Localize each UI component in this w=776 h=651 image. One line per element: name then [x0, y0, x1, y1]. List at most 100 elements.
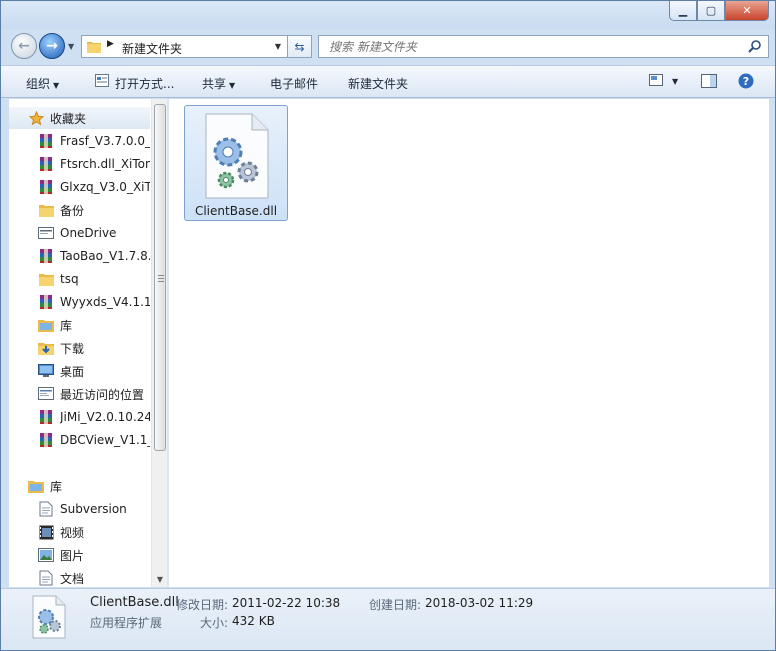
navigation-pane: 收藏夹 Frasf_V3.7.0.0_X Ftsrch.dll_XiTon Glxzq… [9, 99, 167, 587]
download-folder-icon [38, 340, 54, 356]
sidebar-item-ftsrch-dll-xiton[interactable]: Ftsrch.dll_XiTon [9, 153, 150, 175]
forward-button[interactable]: → [39, 33, 65, 59]
sidebar-item-label: 视频 [60, 525, 85, 540]
library-icon [28, 478, 44, 494]
recent-pages-dropdown[interactable]: ▼ [68, 42, 74, 51]
winrar-archive-icon [38, 133, 54, 149]
maximize-button[interactable]: ▢ [697, 1, 725, 21]
forward-arrow-icon: → [46, 38, 58, 54]
preview-pane-button[interactable] [701, 74, 717, 91]
desktop-icon [38, 363, 54, 379]
sidebar-item-library-item-3[interactable]: 文档 [9, 567, 150, 587]
search-box[interactable] [318, 35, 769, 58]
share-button[interactable]: 共享 ▼ [202, 75, 235, 92]
sidebar-item-label: Frasf_V3.7.0.0_X [60, 134, 150, 148]
sidebar-item-tsq[interactable]: tsq [9, 268, 150, 290]
back-arrow-icon: ← [18, 38, 30, 54]
details-file-name: ClientBase.dll [90, 595, 179, 610]
svg-text:?: ? [743, 75, 749, 88]
view-dropdown-icon[interactable]: ▼ [672, 77, 678, 86]
breadcrumb-separator[interactable]: ▶ [107, 39, 114, 49]
folder-icon [38, 271, 54, 287]
refresh-button[interactable]: ⇆ [288, 35, 312, 58]
address-bar[interactable]: ▶ 新建文件夹 ▼ [81, 35, 288, 58]
size-label: 大小: [200, 616, 229, 630]
recent-places-icon [38, 386, 54, 402]
breadcrumb-current-folder[interactable]: 新建文件夹 [122, 40, 182, 57]
sidebar-item-frasf-v3-7-0-0-x[interactable]: Frasf_V3.7.0.0_X [9, 130, 150, 152]
sidebar-item-jimi-v2-0-10-24[interactable]: JiMi_V2.0.10.24_ [9, 406, 150, 428]
sidebar-item-label: OneDrive [60, 226, 117, 240]
winrar-archive-icon [38, 432, 54, 448]
search-input[interactable] [327, 38, 747, 56]
file-item[interactable]: ClientBase.dll [184, 105, 288, 221]
sidebar-item-onedrive[interactable]: OneDrive [9, 222, 150, 244]
created-date-value: 2018-03-02 11:29 [425, 596, 534, 610]
sidebar-item-label: Glxzq_V3.0_XiTo [60, 180, 150, 194]
scrollbar-thumb[interactable] [154, 104, 166, 451]
sidebar-item-item-9[interactable]: 下载 [9, 337, 150, 359]
title-bar: ▁ ▢ ✕ [1, 1, 775, 29]
refresh-icon: ⇆ [294, 39, 305, 54]
explorer-window: ▁ ▢ ✕ ← → ▼ ▶ 新建文件夹 ▼ ⇆ 组织▼ 打开方式... [0, 0, 776, 651]
created-date-label: 创建日期: [369, 598, 422, 612]
winrar-archive-icon [38, 409, 54, 425]
sidebar-item-label: Wyyxds_V4.1.1. [60, 295, 150, 309]
modified-date-value: 2011-02-22 10:38 [232, 596, 341, 610]
sidebar-item-label: 库 [50, 479, 63, 494]
video-library-icon [38, 524, 54, 540]
grip-icon [158, 275, 164, 282]
close-button[interactable]: ✕ [725, 1, 769, 21]
winrar-archive-icon [38, 156, 54, 172]
scroll-down-arrow-icon[interactable]: ▼ [152, 571, 167, 587]
picture-library-icon [38, 547, 54, 563]
new-folder-button[interactable]: 新建文件夹 [348, 75, 408, 92]
view-options-button[interactable] [649, 74, 663, 89]
sidebar-item-taobao-v1-7-8[interactable]: TaoBao_V1.7.8. [9, 245, 150, 267]
sidebar-item-dbcview-v1-1[interactable]: DBCView_V1.1_ [9, 429, 150, 451]
sidebar-header-favorites[interactable]: 收藏夹 [9, 107, 150, 129]
open-with-button[interactable]: 打开方式... [115, 75, 174, 92]
sidebar-item-library-item-2[interactable]: 图片 [9, 544, 150, 566]
sidebar-item-label: tsq [60, 272, 79, 286]
navigation-row: ← → ▼ ▶ 新建文件夹 ▼ ⇆ [1, 29, 775, 64]
size-value: 432 KB [232, 614, 275, 628]
file-name-label: ClientBase.dll [194, 204, 278, 218]
dll-gear-file-icon [31, 595, 67, 642]
address-history-dropdown[interactable]: ▼ [275, 42, 281, 51]
sidebar-item-label: 文档 [60, 571, 85, 586]
sidebar-header-libraries[interactable]: 库 [9, 475, 150, 497]
sidebar-item-item-3[interactable]: 备份 [9, 199, 150, 221]
email-button[interactable]: 电子邮件 [270, 75, 318, 92]
sidebar-item-label: 收藏夹 [50, 111, 87, 126]
sidebar-item-label: JiMi_V2.0.10.24_ [60, 410, 150, 424]
sidebar-item-item-8[interactable]: 库 [9, 314, 150, 336]
sidebar-item-library-subversion[interactable]: Subversion [9, 498, 150, 520]
sidebar-item-label: 桌面 [60, 364, 85, 379]
sidebar-item-label: 下载 [60, 341, 85, 356]
navigation-scrollbar[interactable]: ▲ ▼ [151, 99, 167, 587]
sidebar-item-library-item-1[interactable]: 视频 [9, 521, 150, 543]
sidebar-item-glxzq-v3-0-xito[interactable]: Glxzq_V3.0_XiTo [9, 176, 150, 198]
help-button[interactable]: ? [738, 73, 754, 92]
chevron-down-icon: ▼ [229, 81, 236, 90]
chevron-down-icon: ▼ [53, 81, 60, 90]
sidebar-item-item-11[interactable]: 最近访问的位置 [9, 383, 150, 405]
search-icon[interactable] [748, 39, 762, 56]
sidebar-item-label: TaoBao_V1.7.8. [60, 249, 150, 263]
sidebar-item-label: 备份 [60, 203, 85, 218]
minimize-icon: ▁ [678, 4, 688, 17]
details-pane: ClientBase.dll 应用程序扩展 修改日期: 2011-02-22 1… [1, 588, 775, 650]
sidebar-item-label: 图片 [60, 548, 85, 563]
winrar-archive-icon [38, 294, 54, 310]
details-file-type: 应用程序扩展 [90, 616, 163, 630]
sidebar-item-wyyxds-v4-1-1[interactable]: Wyyxds_V4.1.1. [9, 291, 150, 313]
sidebar-item-item-10[interactable]: 桌面 [9, 360, 150, 382]
sidebar-item-label: Subversion [60, 502, 127, 516]
back-button[interactable]: ← [11, 33, 37, 59]
organize-button[interactable]: 组织 ▼ [26, 75, 59, 92]
folder-icon [87, 40, 101, 56]
star-icon [28, 110, 44, 126]
open-with-icon [95, 74, 109, 90]
minimize-button[interactable]: ▁ [669, 1, 697, 21]
